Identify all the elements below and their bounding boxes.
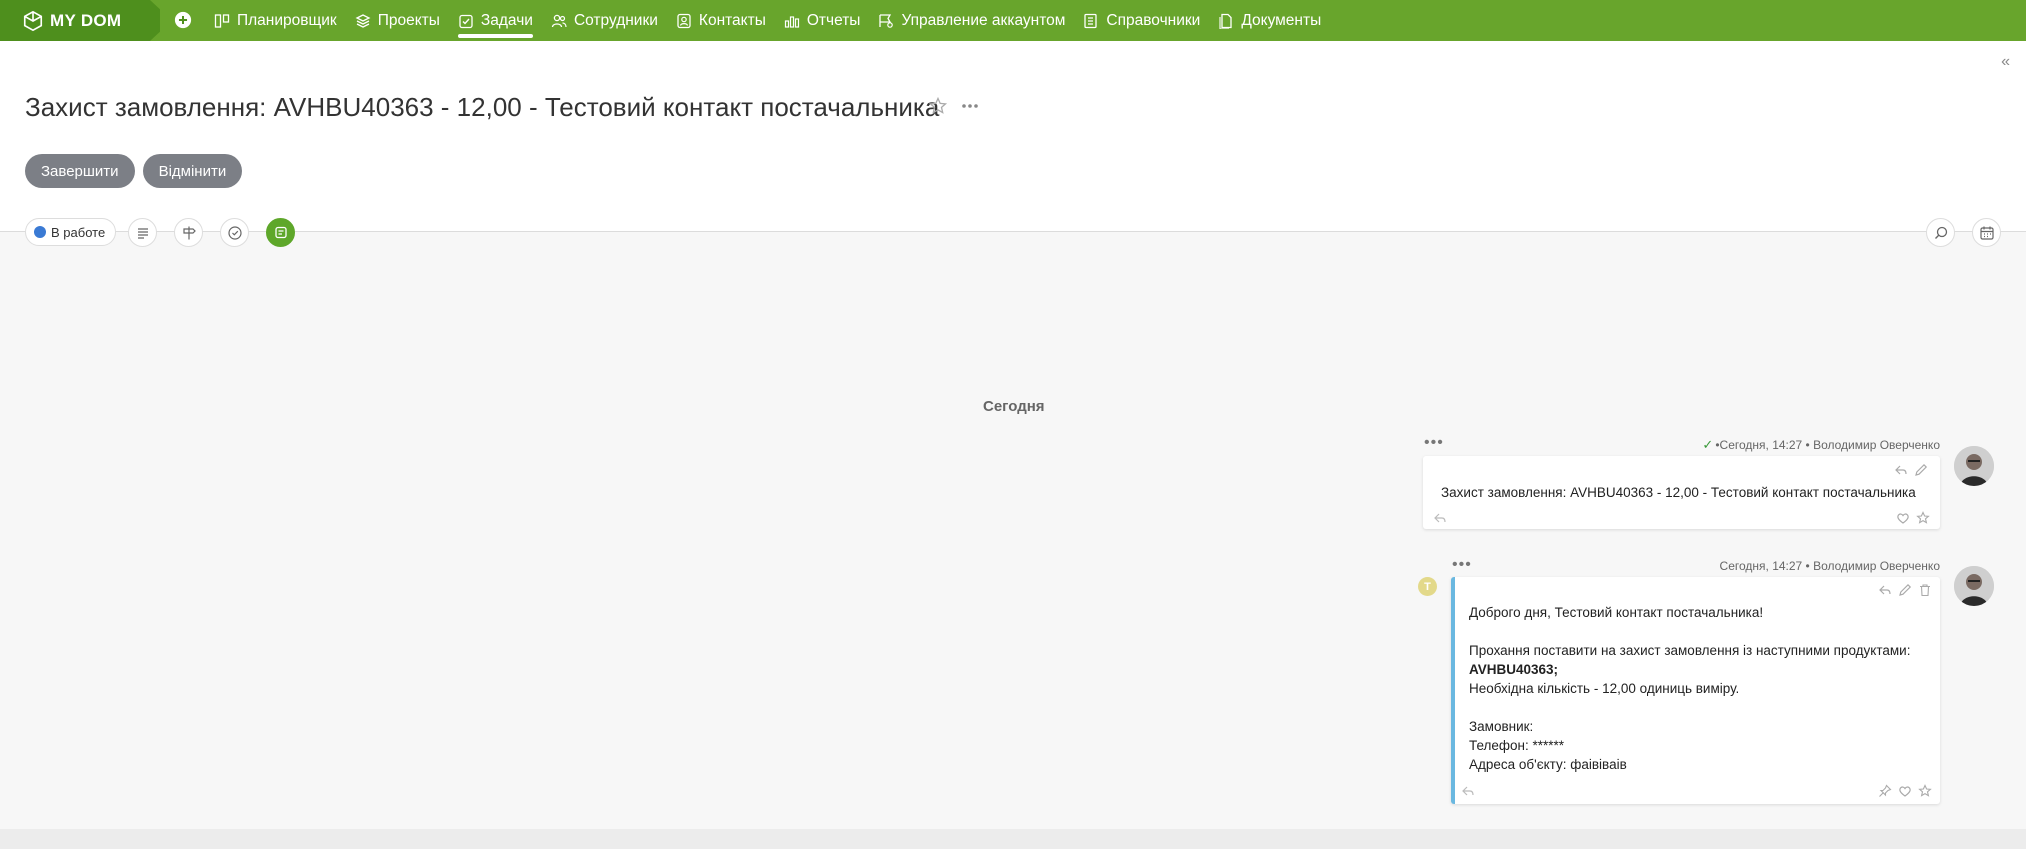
tasks-icon xyxy=(459,14,473,28)
message-menu-icon[interactable]: ••• xyxy=(1452,557,1472,573)
trash-icon[interactable] xyxy=(1918,583,1932,597)
star-icon[interactable] xyxy=(1918,784,1932,798)
nav-item-contacts[interactable]: Контакты xyxy=(676,0,766,41)
message-card: Доброго дня, Тестовий контакт постачальн… xyxy=(1451,577,1940,804)
logo[interactable]: MY DOM xyxy=(0,0,160,41)
complete-button[interactable]: Завершити xyxy=(25,154,135,188)
message-product: AVHBU40363; xyxy=(1469,662,1559,677)
nav-item-tasks[interactable]: Задачи xyxy=(457,0,534,41)
message-card: Захист замовлення: AVHBU40363 - 12,00 - … xyxy=(1423,456,1940,529)
text-lines-icon xyxy=(137,227,148,239)
footer-bar xyxy=(0,829,2026,849)
message-author[interactable]: Володимир Оверченко xyxy=(1813,559,1940,573)
message-actions xyxy=(1878,583,1932,597)
nav-item-reports[interactable]: Отчеты xyxy=(784,0,860,41)
toolbar-divider xyxy=(0,231,2026,232)
heart-icon[interactable] xyxy=(1898,784,1912,798)
reply-icon[interactable] xyxy=(1461,784,1475,798)
message-greeting: Доброго дня, Тестовий контакт постачальн… xyxy=(1469,605,1764,620)
directories-icon xyxy=(1084,13,1098,28)
search-button[interactable] xyxy=(1926,218,1955,247)
reply-icon[interactable] xyxy=(1894,463,1908,477)
nav-item-projects[interactable]: Проекты xyxy=(355,0,440,41)
search-icon xyxy=(1934,226,1947,239)
cancel-button[interactable]: Відмінити xyxy=(142,154,243,188)
planner-icon xyxy=(214,13,230,28)
avatar[interactable] xyxy=(1954,446,1994,486)
message-actions xyxy=(1894,463,1928,477)
nav-item-employees[interactable]: Сотрудники xyxy=(551,0,658,41)
top-navbar: MY DOM Планировщик Проекты Задачи Сотруд… xyxy=(0,0,2026,41)
user-photo-icon xyxy=(1954,566,1994,606)
task-header: « Захист замовлення: AVHBU40363 - 12,00 … xyxy=(0,41,2026,232)
collapse-panel-icon[interactable]: « xyxy=(2001,53,2010,71)
reports-icon xyxy=(784,15,799,28)
nav-item-account[interactable]: Управление аккаунтом xyxy=(878,0,1065,41)
chat-tool-button[interactable] xyxy=(266,218,295,247)
message-text: Захист замовлення: AVHBU40363 - 12,00 - … xyxy=(1441,485,1916,500)
edit-pencil-icon[interactable] xyxy=(1914,463,1928,477)
edit-pencil-icon[interactable] xyxy=(1898,583,1912,597)
main-nav: Планировщик Проекты Задачи Сотрудники Ко… xyxy=(214,0,1339,41)
documents-icon xyxy=(1219,13,1232,29)
message-meta: ✓ • Сегодня, 14:27 • Володимир Оверченко xyxy=(1702,437,1940,452)
status-badge[interactable]: В работе xyxy=(25,218,117,246)
heart-icon[interactable] xyxy=(1896,511,1910,525)
plus-circle-icon xyxy=(174,11,192,29)
day-separator: Сегодня xyxy=(983,398,1045,415)
check-circle-icon xyxy=(227,225,242,240)
calendar-button[interactable] xyxy=(1972,218,2001,247)
more-options-icon[interactable] xyxy=(960,96,980,116)
add-button[interactable] xyxy=(172,9,194,31)
message-request: Прохання поставити на захист замовлення … xyxy=(1469,643,1911,658)
message-address: Адреса об'єкту: фаівіваів xyxy=(1469,757,1627,772)
employees-icon xyxy=(551,14,567,27)
title-actions xyxy=(928,96,980,116)
logo-text: MY DOM xyxy=(50,10,122,30)
reply-icon[interactable] xyxy=(1433,511,1447,525)
chat-icon xyxy=(274,226,287,238)
projects-icon xyxy=(355,13,371,28)
action-buttons: Завершити Відмінити xyxy=(25,154,243,188)
signpost-icon xyxy=(182,226,196,239)
avatar[interactable] xyxy=(1954,566,1994,606)
contacts-icon xyxy=(677,13,691,28)
star-icon[interactable] xyxy=(1916,511,1930,525)
star-icon[interactable] xyxy=(928,96,948,116)
nav-item-documents[interactable]: Документы xyxy=(1218,0,1321,41)
message-menu-icon[interactable]: ••• xyxy=(1424,435,1444,451)
user-photo-icon xyxy=(1954,446,1994,486)
checklist-tool-button[interactable] xyxy=(220,218,249,247)
nav-item-planner[interactable]: Планировщик xyxy=(214,0,337,41)
logo-cube-icon xyxy=(23,10,43,31)
nav-item-directories[interactable]: Справочники xyxy=(1083,0,1200,41)
reply-icon[interactable] xyxy=(1878,583,1892,597)
account-icon xyxy=(879,13,894,28)
message-customer: Замовник: xyxy=(1469,719,1534,734)
contact-badge[interactable]: T xyxy=(1418,577,1437,596)
message-phone: Телефон: ****** xyxy=(1469,738,1565,753)
signpost-tool-button[interactable] xyxy=(174,218,203,247)
pin-icon[interactable] xyxy=(1878,784,1892,798)
description-tool-button[interactable] xyxy=(128,218,157,247)
message-meta: Сегодня, 14:27 • Володимир Оверченко xyxy=(1719,559,1940,573)
calendar-icon xyxy=(1979,226,1994,240)
message-author[interactable]: Володимир Оверченко xyxy=(1813,438,1940,452)
status-dot xyxy=(34,226,46,238)
message-quantity: Необхідна кількість - 12,00 одиниць вимі… xyxy=(1469,681,1740,696)
page-title: Захист замовлення: AVHBU40363 - 12,00 - … xyxy=(25,92,940,122)
read-check-icon: ✓ xyxy=(1702,437,1714,452)
